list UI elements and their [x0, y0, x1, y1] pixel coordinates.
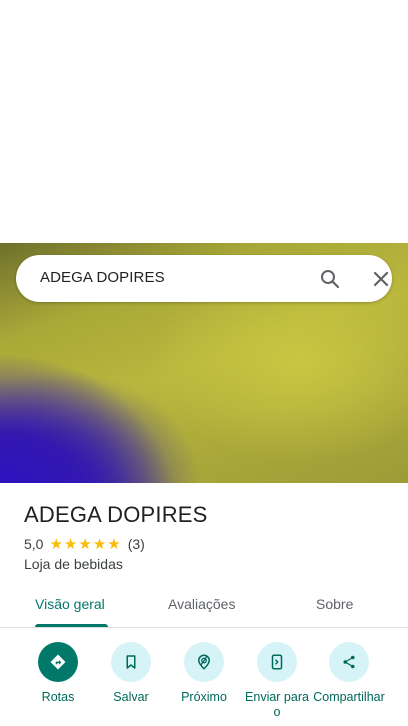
place-category[interactable]: Loja de bebidas	[24, 556, 123, 572]
tab-overview[interactable]: Visão geral	[35, 596, 105, 612]
action-row: Rotas Salvar Próximo Enviar para o Compa…	[0, 640, 408, 726]
search-bar[interactable]: ADEGA DOPIRES	[16, 255, 392, 302]
bookmark-icon[interactable]	[111, 642, 151, 682]
review-count[interactable]: (3)	[128, 536, 145, 552]
search-input[interactable]: ADEGA DOPIRES	[40, 269, 165, 286]
place-title: ADEGA DOPIRES	[24, 502, 208, 527]
blank-area	[0, 0, 408, 243]
rating-value: 5,0	[24, 536, 44, 552]
star-icon: ★	[107, 535, 121, 553]
active-tab-indicator	[35, 624, 108, 627]
tab-about[interactable]: Sobre	[316, 596, 353, 612]
star-icon: ★	[63, 535, 78, 553]
share-button[interactable]: Compartilhar	[304, 640, 394, 705]
search-icon[interactable]	[318, 267, 342, 291]
star-rating: ★ ★ ★ ★ ★	[49, 537, 121, 552]
star-icon: ★	[92, 535, 107, 553]
star-icon: ★	[49, 535, 63, 553]
tab-reviews[interactable]: Avaliações	[168, 596, 235, 612]
star-icon: ★	[78, 535, 92, 553]
nearby-icon[interactable]	[184, 642, 224, 682]
share-icon[interactable]	[329, 642, 369, 682]
send-to-phone-icon[interactable]	[257, 642, 297, 682]
close-icon[interactable]	[369, 267, 393, 291]
rating-row[interactable]: 5,0 ★ ★ ★ ★ ★ (3)	[24, 536, 145, 552]
directions-icon[interactable]	[38, 642, 78, 682]
tab-bar: Visão geral Avaliações Sobre	[0, 584, 408, 628]
share-label: Compartilhar	[313, 690, 385, 704]
